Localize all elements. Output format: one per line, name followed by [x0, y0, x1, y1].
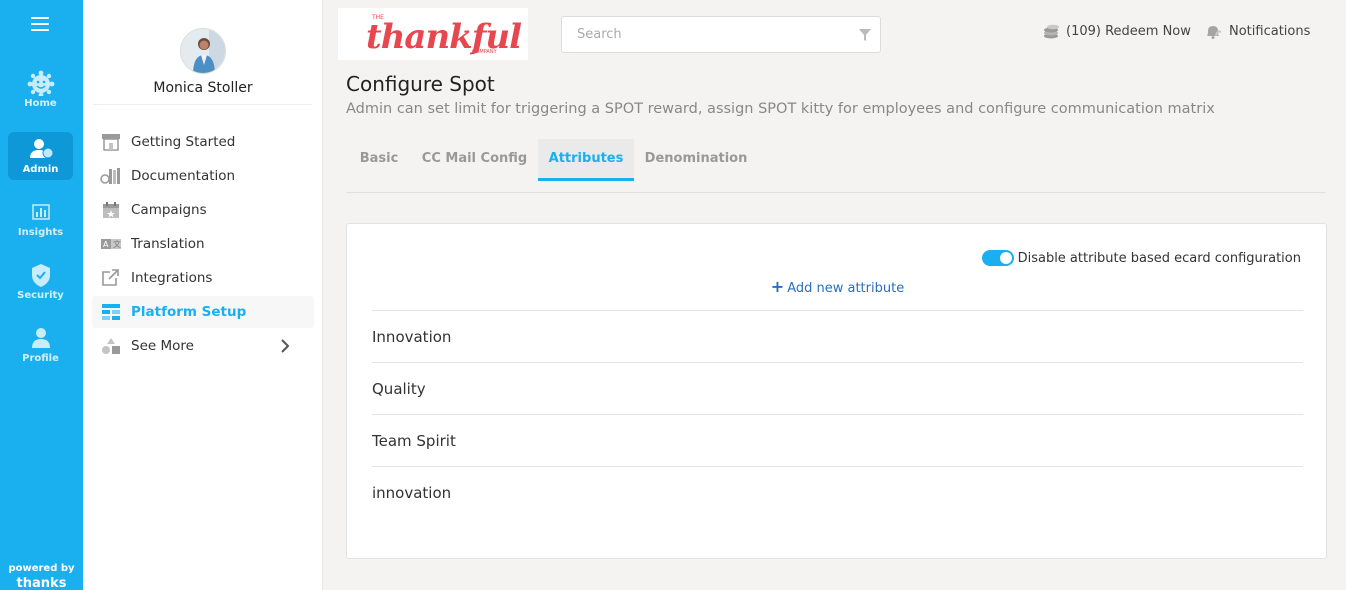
- rail-item-security[interactable]: Security: [8, 258, 73, 306]
- rail-item-admin[interactable]: Admin: [8, 132, 73, 180]
- avatar[interactable]: [180, 28, 226, 74]
- attribute-name: Innovation: [372, 327, 452, 346]
- attributes-panel: Disable attribute based ecard configurat…: [346, 223, 1327, 559]
- shapes-icon: [102, 338, 120, 354]
- secondary-sidebar: Monica Stoller Getting Started Documenta…: [83, 0, 323, 590]
- rail-item-profile[interactable]: Profile: [8, 321, 73, 369]
- notifications-label: Notifications: [1229, 24, 1311, 39]
- documentation-icon: [100, 168, 120, 184]
- config-tabs: Basic CC Mail Config Attributes Denomina…: [346, 139, 1326, 193]
- powered-by-brand: thanks: [16, 576, 67, 590]
- bell-icon: [1207, 26, 1222, 39]
- search-box: [561, 16, 881, 53]
- tab-denomination[interactable]: Denomination: [634, 139, 758, 181]
- store-icon: [102, 134, 120, 151]
- chevron-right-icon[interactable]: [278, 338, 292, 354]
- tab-attributes[interactable]: Attributes: [538, 139, 634, 181]
- external-link-icon: [102, 269, 119, 286]
- rail-item-insights[interactable]: Insights: [8, 195, 73, 243]
- svg-text:文: 文: [113, 239, 121, 249]
- sidebar-divider: [93, 104, 312, 105]
- rail-label-insights: Insights: [17, 227, 64, 238]
- calendar-icon: [103, 202, 119, 218]
- attribute-list: Innovation Quality Team Spirit innovatio…: [372, 310, 1303, 518]
- list-item[interactable]: innovation: [372, 466, 1303, 518]
- sidebar-item-see-more[interactable]: See More: [92, 330, 314, 362]
- sidebar-item-translation[interactable]: A 文 Translation: [92, 228, 314, 260]
- ecard-config-toggle-row: Disable attribute based ecard configurat…: [981, 250, 1301, 266]
- search-input[interactable]: [562, 17, 832, 52]
- sidebar-item-label: Translation: [131, 236, 205, 252]
- sidebar-item-getting-started[interactable]: Getting Started: [92, 126, 314, 158]
- primary-nav-rail: Home Admin Insights Security Profile pow…: [0, 0, 83, 590]
- translate-icon: A 文: [101, 239, 121, 249]
- company-logo[interactable]: THE thankful COMPANY: [338, 8, 528, 60]
- rail-item-home[interactable]: Home: [8, 66, 73, 114]
- sidebar-item-platform-setup[interactable]: Platform Setup: [92, 296, 314, 328]
- shield-icon: [31, 264, 50, 287]
- platform-setup-icon: [102, 304, 120, 320]
- rail-label-admin: Admin: [22, 164, 59, 175]
- redeem-now-link[interactable]: (109) Redeem Now: [1043, 24, 1191, 39]
- insights-icon: [31, 204, 50, 220]
- list-item[interactable]: Innovation: [372, 310, 1303, 362]
- sidebar-item-integrations[interactable]: Integrations: [92, 262, 314, 294]
- sidebar-item-label: Platform Setup: [131, 304, 247, 320]
- powered-by-label: powered by: [8, 563, 75, 574]
- add-attribute-button[interactable]: + Add new attribute: [771, 277, 905, 296]
- sidebar-item-campaigns[interactable]: Campaigns: [92, 194, 314, 226]
- page-title: Configure Spot: [346, 72, 495, 96]
- sidebar-item-label: See More: [131, 338, 194, 354]
- sidebar-item-label: Getting Started: [131, 134, 236, 150]
- add-attribute-row: + Add new attribute: [347, 277, 1328, 296]
- profile-icon: [31, 328, 50, 348]
- toggle-knob: [999, 252, 1012, 264]
- ecard-config-toggle[interactable]: [981, 250, 1014, 266]
- attribute-name: Team Spirit: [372, 431, 456, 450]
- sidebar-item-label: Documentation: [131, 168, 236, 184]
- tab-cc-mail-config[interactable]: CC Mail Config: [412, 139, 537, 181]
- sidebar-item-label: Integrations: [131, 270, 213, 286]
- list-item[interactable]: Team Spirit: [372, 414, 1303, 466]
- ecard-config-toggle-label: Disable attribute based ecard configurat…: [1017, 250, 1301, 266]
- plus-icon: +: [770, 277, 785, 296]
- powered-by: powered by thanks: [0, 563, 83, 590]
- redeem-now-label: (109) Redeem Now: [1066, 24, 1191, 39]
- list-item[interactable]: Quality: [372, 362, 1303, 414]
- attribute-name: innovation: [372, 483, 452, 502]
- tab-basic[interactable]: Basic: [346, 139, 412, 181]
- attribute-name: Quality: [372, 379, 426, 398]
- admin-icon: [29, 139, 53, 159]
- sidebar-item-label: Campaigns: [131, 202, 207, 218]
- notifications-link[interactable]: Notifications: [1204, 24, 1310, 39]
- add-attribute-label: Add new attribute: [787, 281, 905, 296]
- logo-wordmark: thankful: [366, 17, 522, 57]
- page-subtitle: Admin can set limit for triggering a SPO…: [346, 101, 1215, 117]
- rail-label-profile: Profile: [22, 353, 59, 364]
- user-photo-icon: [181, 29, 225, 73]
- user-name: Monica Stoller: [153, 80, 253, 96]
- home-icon: [27, 70, 54, 96]
- coins-icon: [1044, 24, 1059, 39]
- hamburger-menu-icon[interactable]: [31, 17, 49, 31]
- rail-label-home: Home: [24, 98, 57, 109]
- thankful-logo-icon: THE thankful COMPANY: [366, 14, 523, 57]
- sidebar-item-documentation[interactable]: Documentation: [92, 160, 314, 192]
- logo-suffix: COMPANY: [472, 49, 498, 55]
- filter-icon[interactable]: [858, 28, 872, 42]
- rail-label-security: Security: [17, 290, 64, 301]
- svg-text:A: A: [103, 240, 109, 249]
